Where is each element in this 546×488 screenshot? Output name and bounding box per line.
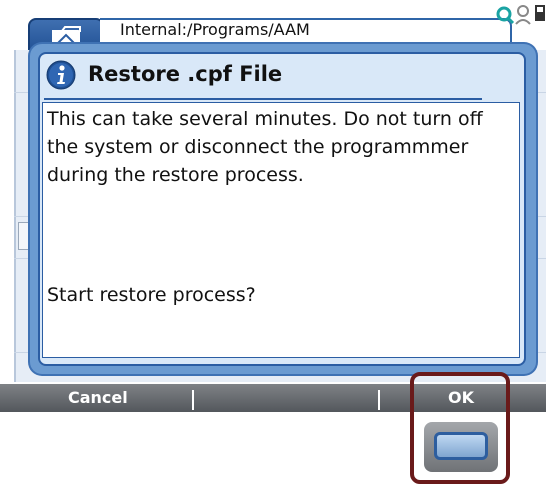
search-icon[interactable]	[496, 4, 516, 26]
hardware-button-face	[434, 432, 488, 460]
softkey-separator	[192, 390, 194, 410]
header-bar: Internal:/Programs/AAM	[0, 0, 546, 56]
current-path: Internal:/Programs/AAM	[120, 20, 310, 39]
user-icon	[515, 5, 531, 25]
cancel-softkey[interactable]: Cancel	[68, 388, 128, 407]
dialog-title: Restore .cpf File	[88, 62, 283, 86]
battery-icon	[535, 5, 545, 21]
ok-hardware-button[interactable]	[424, 422, 498, 472]
dialog-body: This can take several minutes. Do not tu…	[42, 102, 520, 358]
softkey-separator	[378, 390, 380, 410]
title-divider	[44, 98, 482, 100]
dialog-message: This can take several minutes. Do not tu…	[47, 108, 483, 186]
dialog-question: Start restore process?	[47, 284, 256, 306]
restore-dialog: Restore .cpf File This can take several …	[30, 44, 536, 374]
list-item-marker	[18, 222, 30, 250]
info-icon	[46, 60, 76, 90]
device-screen: Internal:/Programs/AAM Restore .cpf File	[0, 0, 546, 488]
dialog-panel: Restore .cpf File This can take several …	[38, 52, 526, 366]
